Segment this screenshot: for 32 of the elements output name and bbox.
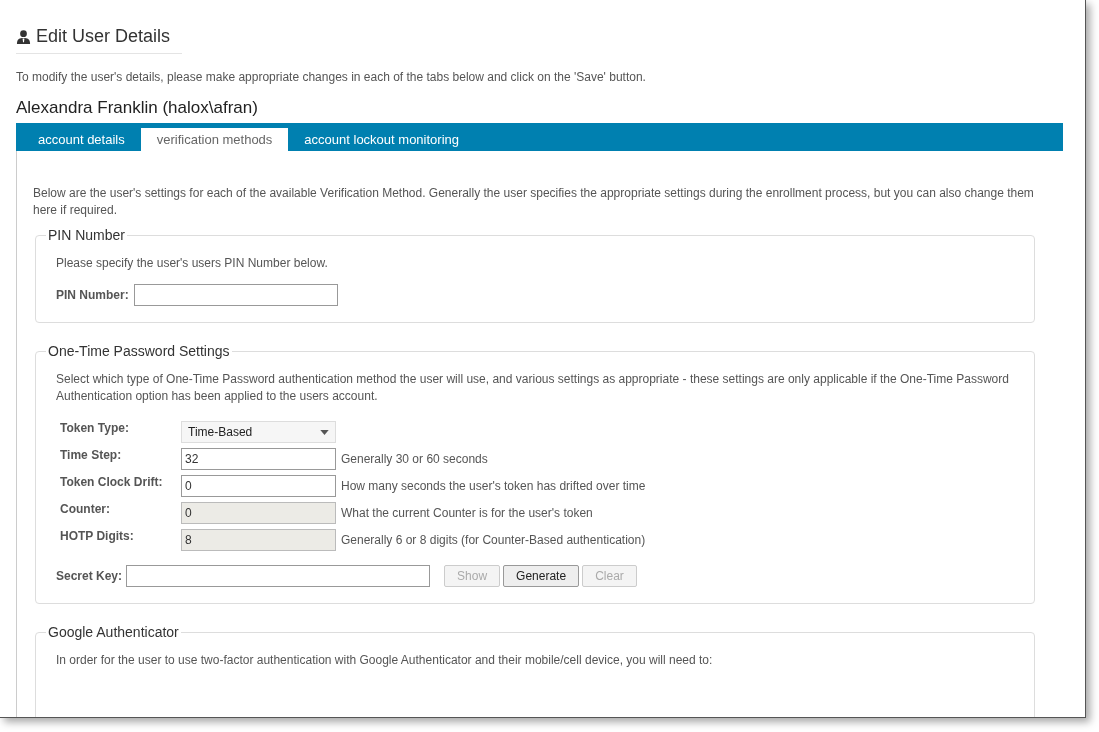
page-title: Edit User Details (36, 26, 171, 47)
user-icon (16, 29, 31, 44)
tab[interactable]: verification methods (140, 128, 289, 151)
tab[interactable]: account details (22, 128, 141, 151)
pin-number-field[interactable] (133, 284, 338, 306)
field-note: Generally 6 or 8 digits (for Counter-Based authentication) (340, 532, 647, 547)
token-type-dropdown[interactable]: Time-Based (181, 421, 336, 443)
description-text: Below are the user's settings for each of the available Verification Method. Generally the user specifies the appropriate settings during the enrollment process, but you can also change them here if required. (33, 185, 1035, 219)
input-field[interactable]: 0 (181, 475, 336, 497)
section-title: Google Authenticator (47, 624, 180, 640)
hint-text: In order for the user to use two-factor authentication with Google Authenticator and their mobile/cell device, you will need to: (56, 652, 714, 669)
intro-text: To modify the user's details, please make appropriate changes in each of the tabs below and click on the 'Save' button. (16, 70, 647, 84)
hint-text: Select which type of One-Time Password authentication method the user will use, and various settings as appropriate - these settings are only applicable if the One-Time Password Authentication option has been applied to the users account. (56, 371, 1010, 405)
field-label: Time Step: (60, 448, 123, 462)
user-name: Alexandra Franklin (halox\afran) (16, 98, 259, 118)
field-label: Counter: (60, 502, 111, 516)
field-label: Token Clock Drift: (60, 475, 164, 489)
field-note: How many seconds the user's token has drifted over time (340, 478, 647, 493)
section-title: PIN Number (47, 227, 127, 243)
field-label: Secret Key: (56, 569, 123, 583)
hint-text: Please specify the user's users PIN Number below. (56, 255, 329, 272)
input-field[interactable]: 32 (181, 448, 336, 470)
section-title: One-Time Password Settings (47, 343, 231, 359)
caret-icon (320, 429, 329, 435)
field-label: Token Type: (60, 421, 130, 435)
tab[interactable]: account lockout monitoring (288, 128, 475, 151)
field-note: Generally 30 or 60 seconds (340, 451, 489, 466)
secret-key-field[interactable] (126, 565, 431, 587)
field-label: HOTP Digits: (60, 529, 135, 543)
field-note: What the current Counter is for the user's token (340, 505, 594, 520)
field-label: PIN Number: (56, 288, 129, 302)
action-button[interactable]: Generate (503, 565, 580, 587)
